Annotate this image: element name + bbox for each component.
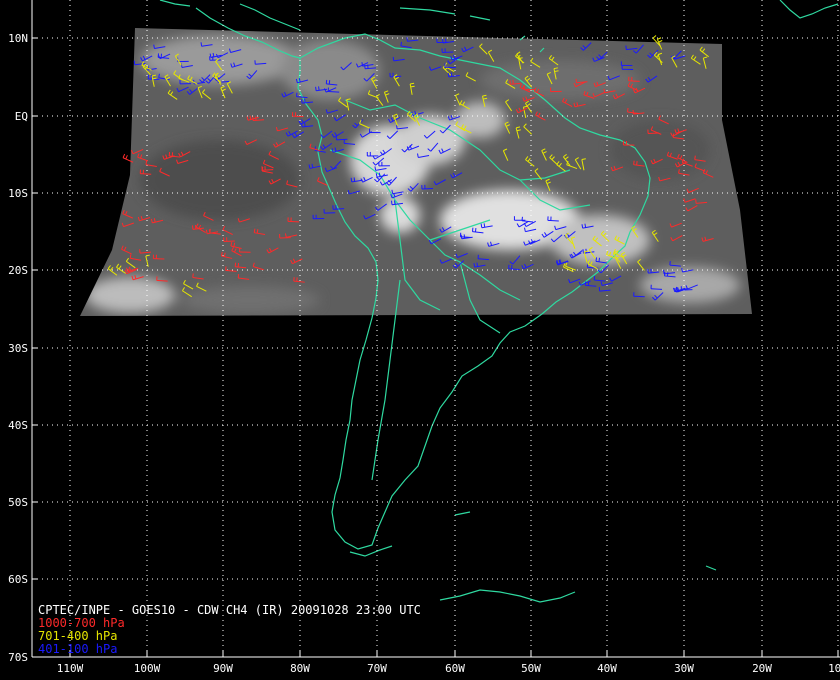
satellite-wind-map: 10N EQ 10S 20S 30S 40S 50S 60S 70S 110W 100W 90W 80… [0,0,840,680]
north-america-coast [159,0,839,19]
lon-label: 20W [752,662,772,675]
lat-label: EQ [15,110,28,123]
south-georgia [705,565,717,571]
antarctic-peninsula [439,589,576,603]
lon-label: 80W [290,662,310,675]
lat-label: 70S [8,651,28,664]
lon-label: 40W [597,662,617,675]
latitude-labels: 10N EQ 10S 20S 30S 40S 50S 60S 70S [8,32,38,664]
map-canvas: 10N EQ 10S 20S 30S 40S 50S 60S 70S 110W 100W 90W 80… [8,0,840,675]
lon-label: 30W [674,662,694,675]
lat-label: 20S [8,264,28,277]
lon-label: 70W [367,662,387,675]
longitude-labels: 110W 100W 90W 80W 70W 60W 50W 40W 30W 20W 10W [57,651,840,675]
lon-label: 90W [213,662,233,675]
legend-high-level: 401-100 hPa [38,642,118,656]
tierra-del-fuego [349,511,471,557]
lon-label: 10W [828,662,840,675]
lat-label: 50S [8,496,28,509]
lon-label: 60W [445,662,465,675]
lat-label: 30S [8,342,28,355]
lon-label: 50W [521,662,541,675]
lat-label: 60S [8,573,28,586]
lat-label: 10N [8,32,28,45]
lon-label: 100W [134,662,161,675]
lon-label: 110W [57,662,84,675]
lat-label: 10S [8,187,28,200]
lat-label: 40S [8,419,28,432]
